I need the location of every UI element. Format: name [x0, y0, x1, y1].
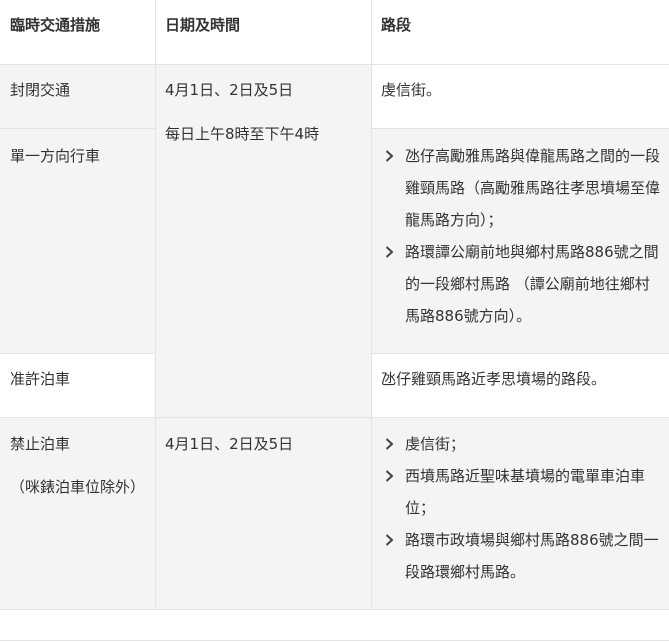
chevron-right-icon	[385, 428, 397, 460]
list-item: 虔信街；	[371, 428, 669, 460]
cell-section-parking-allowed: 氹仔雞頸馬路近孝思墳場的路段。	[371, 353, 669, 417]
measure-label: 封閉交通	[10, 81, 71, 99]
date-text: 4月1日、2日及5日	[165, 435, 294, 453]
cell-date-no-parking: 4月1日、2日及5日	[155, 417, 371, 610]
row-divider	[0, 353, 155, 354]
traffic-measures-table: 臨時交通措施 日期及時間 路段 封閉交通 單一方向行車 准許泊車 禁止泊車 （咪…	[0, 0, 669, 642]
header-road-section: 路段	[371, 0, 669, 64]
measure-note: （咪錶泊車位除外）	[10, 478, 146, 496]
row-divider	[371, 353, 669, 354]
cell-measure-closure: 封閉交通	[0, 64, 155, 128]
row-divider	[0, 128, 155, 129]
list-item-text: 虔信街；	[405, 435, 466, 453]
section-list: 虔信街； 西墳馬路近聖味基墳場的電單車泊車位； 路環市政墳場與鄉村馬路886號之…	[371, 428, 669, 588]
list-item: 氹仔高勵雅馬路與偉龍馬路之間的一段雞頸馬路（高勵雅馬路往孝思墳場至偉龍馬路方向）…	[371, 140, 669, 236]
column-divider	[155, 0, 156, 610]
row-divider	[0, 417, 669, 418]
chevron-right-icon	[385, 236, 397, 268]
section-text: 虔信街。	[381, 81, 442, 99]
header-measure: 臨時交通措施	[0, 0, 155, 64]
measure-label: 准許泊車	[10, 370, 71, 388]
cell-measure-no-parking: 禁止泊車 （咪錶泊車位除外）	[0, 417, 155, 610]
list-item-text: 路環市政墳場與鄉村馬路886號之間一段路環鄉村馬路。	[405, 531, 659, 581]
header-date-time: 日期及時間	[155, 0, 371, 64]
section-list: 氹仔高勵雅馬路與偉龍馬路之間的一段雞頸馬路（高勵雅馬路往孝思墳場至偉龍馬路方向）…	[371, 140, 669, 332]
cell-date-time-merged: 4月1日、2日及5日 每日上午8時至下午4時	[155, 64, 371, 417]
cell-section-one-way: 氹仔高勵雅馬路與偉龍馬路之間的一段雞頸馬路（高勵雅馬路往孝思墳場至偉龍馬路方向）…	[371, 128, 669, 353]
measure-label: 禁止泊車	[10, 435, 71, 453]
section-text: 氹仔雞頸馬路近孝思墳場的路段。	[381, 370, 607, 388]
column-divider	[371, 0, 372, 610]
list-item-text: 氹仔高勵雅馬路與偉龍馬路之間的一段雞頸馬路（高勵雅馬路往孝思墳場至偉龍馬路方向）…	[405, 147, 661, 229]
list-item-text: 西墳馬路近聖味基墳場的電單車泊車位；	[405, 467, 646, 517]
chevron-right-icon	[385, 460, 397, 492]
page-divider	[0, 640, 669, 641]
list-item: 路環市政墳場與鄉村馬路886號之間一段路環鄉村馬路。	[371, 524, 669, 588]
list-item-text: 路環譚公廟前地與鄉村馬路886號之間的一段鄉村馬路 （譚公廟前地往鄉村馬路886…	[405, 243, 659, 325]
cell-section-no-parking: 虔信街； 西墳馬路近聖味基墳場的電單車泊車位； 路環市政墳場與鄉村馬路886號之…	[371, 417, 669, 610]
date-text: 4月1日、2日及5日	[165, 81, 294, 99]
table-bottom-border	[0, 609, 669, 610]
list-item: 西墳馬路近聖味基墳場的電單車泊車位；	[371, 460, 669, 524]
row-divider	[0, 64, 669, 65]
cell-section-closure: 虔信街。	[371, 64, 669, 128]
cell-measure-one-way: 單一方向行車	[0, 128, 155, 353]
time-text: 每日上午8時至下午4時	[165, 125, 320, 143]
list-item: 路環譚公廟前地與鄉村馬路886號之間的一段鄉村馬路 （譚公廟前地往鄉村馬路886…	[371, 236, 669, 332]
row-divider	[371, 128, 669, 129]
measure-label: 單一方向行車	[10, 147, 101, 165]
chevron-right-icon	[385, 140, 397, 172]
chevron-right-icon	[385, 524, 397, 556]
cell-measure-parking-allowed: 准許泊車	[0, 353, 155, 417]
